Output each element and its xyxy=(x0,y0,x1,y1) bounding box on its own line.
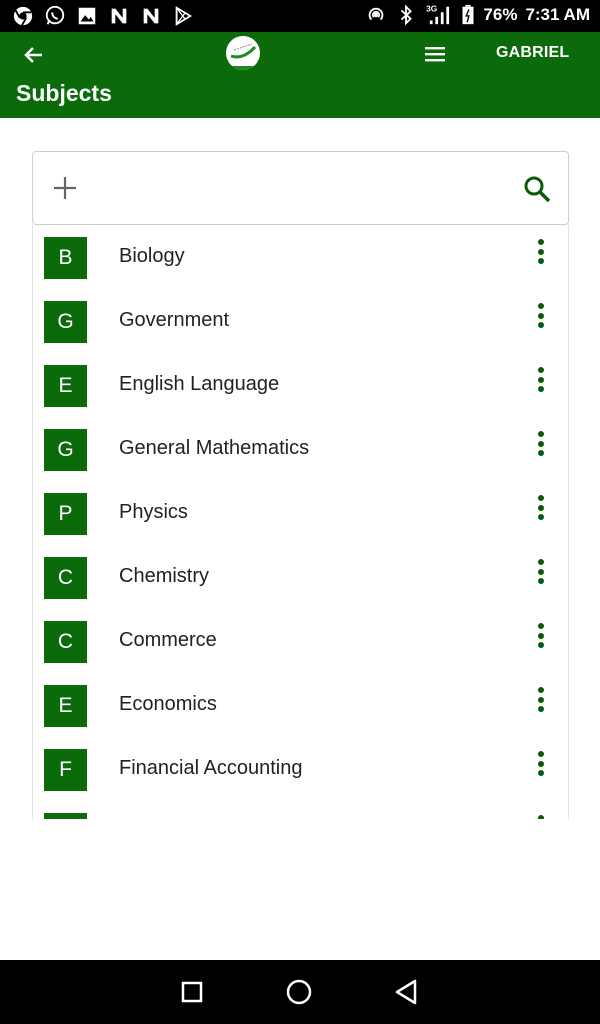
list-item[interactable]: C Commerce xyxy=(33,609,568,673)
hamburger-icon xyxy=(425,47,445,62)
more-options-icon[interactable] xyxy=(531,239,551,269)
subject-avatar: P xyxy=(44,493,87,535)
more-options-icon[interactable] xyxy=(531,431,551,461)
subject-name: English Language xyxy=(119,373,280,395)
home-button[interactable] xyxy=(283,976,315,1008)
subject-avatar: C xyxy=(44,621,87,663)
subject-name: Physics xyxy=(119,501,188,523)
back-icon xyxy=(395,979,417,1005)
plus-icon xyxy=(54,177,76,199)
search-icon xyxy=(524,176,551,203)
bluetooth-icon xyxy=(395,4,417,26)
play-store-icon xyxy=(172,5,194,27)
n-app-icon xyxy=(108,5,130,27)
list-item[interactable]: G Government xyxy=(33,289,568,353)
subject-name: Chemistry xyxy=(119,565,210,587)
whatsapp-icon xyxy=(44,5,66,27)
back-button[interactable] xyxy=(20,41,48,69)
more-options-icon[interactable] xyxy=(531,623,551,653)
more-options-icon[interactable] xyxy=(531,495,551,525)
search-input[interactable] xyxy=(93,168,493,208)
add-subject-button[interactable] xyxy=(51,174,79,202)
more-options-icon[interactable] xyxy=(531,559,551,589)
page-title: Subjects xyxy=(16,80,112,106)
subject-avatar: F xyxy=(44,749,87,791)
signal-icon: 3G xyxy=(425,4,453,26)
list-item[interactable]: G General Mathematics xyxy=(33,417,568,481)
list-item[interactable]: C Chemistry xyxy=(33,545,568,609)
list-item[interactable]: P Physics xyxy=(33,481,568,545)
subject-avatar: C xyxy=(44,557,87,599)
recents-icon xyxy=(181,981,203,1003)
subject-name: Commerce xyxy=(119,629,217,651)
recents-button[interactable] xyxy=(176,976,208,1008)
subject-list: B Biology G Government E English Languag… xyxy=(32,225,569,819)
list-item[interactable]: F Financial Accounting xyxy=(33,737,568,801)
more-options-icon[interactable] xyxy=(531,303,551,333)
subject-name: Financial Accounting xyxy=(119,757,303,779)
more-options-icon[interactable] xyxy=(531,687,551,717)
subject-avatar: G xyxy=(44,429,87,471)
subject-name: Economics xyxy=(119,693,217,715)
battery-icon xyxy=(461,4,475,26)
n-app-icon xyxy=(140,5,162,27)
subject-avatar: B xyxy=(44,237,87,279)
more-options-icon[interactable] xyxy=(531,367,551,397)
menu-button[interactable] xyxy=(422,42,448,66)
search-box xyxy=(32,151,569,225)
svg-text:3G: 3G xyxy=(427,4,438,13)
subject-avatar: E xyxy=(44,685,87,727)
more-options-icon[interactable] xyxy=(531,815,551,819)
home-icon xyxy=(286,979,312,1005)
subject-avatar xyxy=(44,813,87,819)
list-item[interactable]: E Economics xyxy=(33,673,568,737)
list-item[interactable]: B Biology xyxy=(33,225,568,289)
subject-name: Government xyxy=(119,309,230,331)
back-nav-button[interactable] xyxy=(390,976,422,1008)
hotspot-icon xyxy=(365,4,387,26)
list-item[interactable] xyxy=(33,801,568,819)
subject-avatar: E xyxy=(44,365,87,407)
user-name[interactable]: GABRIEL xyxy=(496,44,569,62)
app-logo xyxy=(226,36,260,70)
more-options-icon[interactable] xyxy=(531,751,551,781)
list-item[interactable]: E English Language xyxy=(33,353,568,417)
battery-percent: 76% xyxy=(483,5,518,24)
status-bar: 3G 76% 7:31 AM xyxy=(0,0,600,32)
subject-name: Biology xyxy=(119,245,185,267)
arrow-left-icon xyxy=(24,47,42,63)
subject-name: General Mathematics xyxy=(119,437,310,459)
app-bar: GABRIEL Subjects xyxy=(0,32,600,118)
search-button[interactable] xyxy=(522,174,552,204)
subject-avatar: G xyxy=(44,301,87,343)
chrome-icon xyxy=(12,5,34,27)
clock: 7:31 AM xyxy=(525,5,590,24)
navigation-bar xyxy=(0,960,600,1024)
gallery-icon xyxy=(76,5,98,27)
